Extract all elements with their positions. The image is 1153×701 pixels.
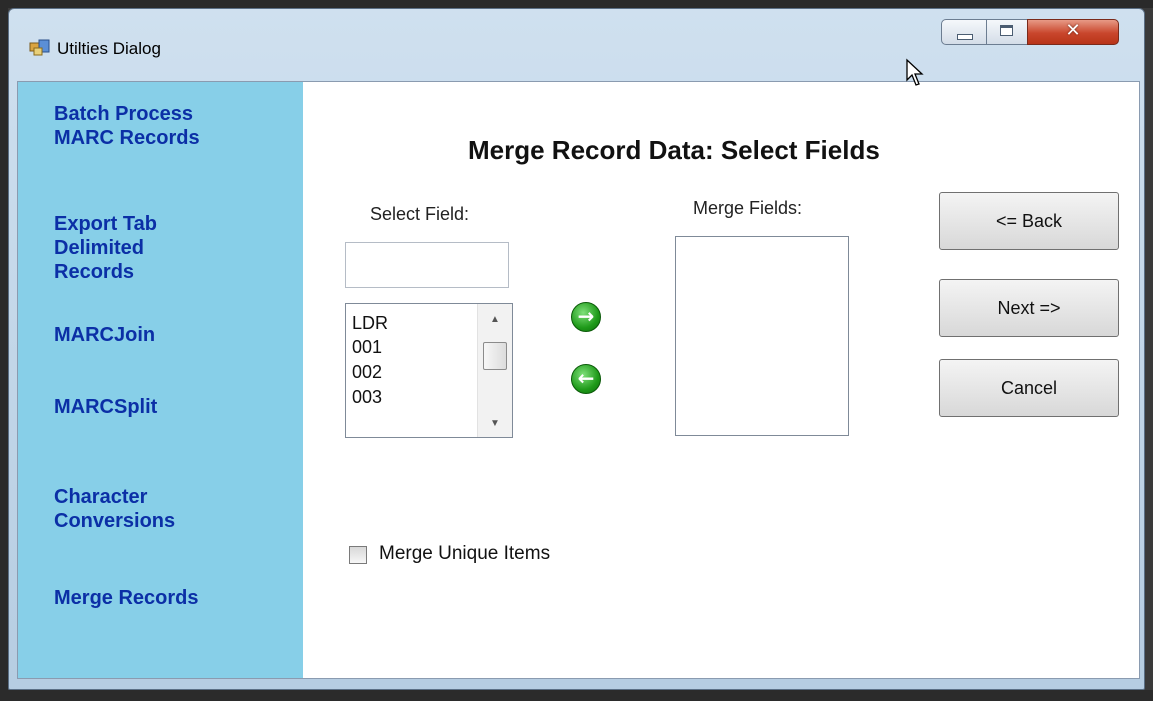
mouse-pointer-icon <box>906 58 924 86</box>
remove-field-button[interactable]: ← <box>571 364 601 394</box>
cancel-button[interactable]: Cancel <box>939 359 1119 417</box>
sidebar: Batch Process MARC Records Export Tab De… <box>18 82 303 678</box>
dialog-client-area: Batch Process MARC Records Export Tab De… <box>17 81 1140 679</box>
page-title: Merge Record Data: Select Fields <box>468 135 880 165</box>
sidebar-item-label-line: MARC Records <box>54 127 200 149</box>
list-item[interactable]: 002 <box>352 361 382 383</box>
maximize-button[interactable] <box>986 19 1028 45</box>
utilities-dialog-window: Utilties Dialog ✕ Batch Process MARC Rec… <box>8 8 1145 690</box>
sidebar-item-label-line: MARCSplit <box>54 396 158 418</box>
sidebar-item-merge-records[interactable]: Merge Records <box>54 586 294 610</box>
sidebar-item-batch-process[interactable]: Batch Process MARC Records <box>54 102 294 150</box>
add-field-button[interactable]: → <box>571 302 601 332</box>
sidebar-item-label-line: Export Tab <box>54 213 157 235</box>
merge-fields-label: Merge Fields: <box>693 198 803 218</box>
desktop-background-bottom <box>0 690 1153 701</box>
merge-fields-listbox[interactable] <box>675 236 849 436</box>
sidebar-item-label-line: Conversions <box>54 510 176 532</box>
sidebar-item-label-line: Batch Process <box>54 103 193 125</box>
sidebar-item-label-line: MARCJoin <box>54 324 156 346</box>
select-field-label: Select Field: <box>370 204 470 224</box>
sidebar-item-label-line: Character <box>54 486 148 508</box>
list-item[interactable]: 003 <box>352 386 382 408</box>
scroll-thumb[interactable] <box>483 342 507 370</box>
minimize-button[interactable] <box>941 19 987 45</box>
field-listbox[interactable]: LDR 001 002 003 ▲ ▼ <box>345 303 513 438</box>
arrow-right-circle-icon: → <box>577 304 595 328</box>
app-icon <box>29 39 50 56</box>
close-icon: ✕ <box>1065 20 1081 41</box>
merge-unique-checkbox[interactable] <box>349 546 367 564</box>
sidebar-item-character-conversions[interactable]: Character Conversions <box>54 485 294 533</box>
next-button[interactable]: Next => <box>939 279 1119 337</box>
list-item[interactable]: 001 <box>352 336 382 358</box>
window-title: Utilties Dialog <box>57 39 161 58</box>
back-button[interactable]: <= Back <box>939 192 1119 250</box>
sidebar-item-marcsplit[interactable]: MARCSplit <box>54 395 294 419</box>
sidebar-item-export-tab-delimited[interactable]: Export Tab Delimited Records <box>54 212 294 284</box>
arrow-left-circle-icon: ← <box>577 366 595 390</box>
maximize-icon <box>1000 25 1013 36</box>
field-list-scrollbar[interactable]: ▲ ▼ <box>477 304 512 437</box>
sidebar-item-label-line: Delimited <box>54 237 145 259</box>
merge-unique-label: Merge Unique Items <box>379 543 551 564</box>
desktop-background-left <box>0 0 8 701</box>
minimize-icon <box>957 34 973 40</box>
desktop-background-top <box>0 0 1153 8</box>
scroll-down-icon[interactable]: ▼ <box>478 418 512 429</box>
scroll-up-icon[interactable]: ▲ <box>478 314 512 325</box>
sidebar-item-marcjoin[interactable]: MARCJoin <box>54 323 294 347</box>
sidebar-item-label-line: Merge Records <box>54 587 199 609</box>
close-button[interactable]: ✕ <box>1027 19 1119 45</box>
title-bar[interactable]: Utilties Dialog ✕ <box>9 9 1144 81</box>
list-item[interactable]: LDR <box>352 312 388 334</box>
sidebar-item-label-line: Records <box>54 261 135 283</box>
select-field-input[interactable] <box>345 242 509 288</box>
